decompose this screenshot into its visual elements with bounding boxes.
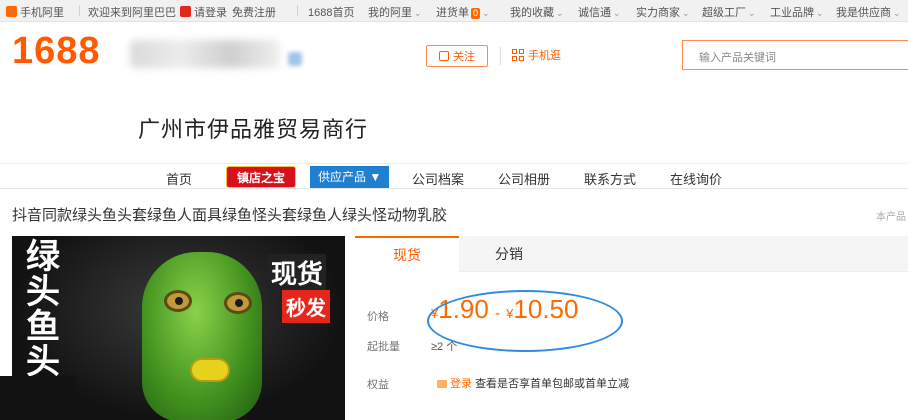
nav-online-inquiry[interactable]: 在线询价	[670, 169, 722, 188]
caret-down-icon: ▼	[369, 170, 382, 184]
top-bar: 手机阿里 | 欢迎来到阿里巴巴 请登录 免费注册 | 1688首页 我的阿里 ⌄ …	[0, 0, 908, 22]
chevron-down-icon: ⌄	[748, 8, 756, 18]
cart-count-badge: 0	[471, 8, 481, 19]
fish-mask-head	[142, 252, 262, 420]
blurred-badge-icon	[288, 52, 302, 66]
divider: |	[296, 4, 299, 16]
follow-button[interactable]: 关注	[426, 45, 488, 67]
chengxintong-menu[interactable]: 诚信通 ⌄	[578, 4, 621, 20]
chevron-down-icon: ⌄	[816, 8, 824, 18]
nav-company-album[interactable]: 公司相册	[498, 169, 550, 188]
favorites-menu[interactable]: 我的收藏 ⌄	[510, 4, 564, 20]
welcome-text: 欢迎来到阿里巴巴	[88, 7, 176, 19]
product-title: 抖音同款绿头鱼头套绿鱼人面具绿鱼怪头套绿鱼人绿头怪动物乳胶	[12, 207, 448, 224]
logo[interactable]: 1688	[12, 30, 101, 73]
power-merchant-menu[interactable]: 实力商家 ⌄	[636, 4, 690, 20]
price-label: 价格	[367, 311, 389, 323]
heart-icon	[439, 51, 449, 61]
chevron-down-icon: ⌄	[556, 8, 564, 18]
pricing-panel: 价格 ¥1.90- ¥10.50 起批量 ≥2 个 权益 登录 查看是否享首单包邮…	[355, 272, 908, 420]
rights-login-link[interactable]: 登录	[450, 378, 472, 390]
shop-nav: 首页 镇店之宝 供应产品 ▼ 公司档案 公司相册 联系方式 在线询价	[0, 163, 908, 189]
purchase-tabs: 现货 分销	[355, 236, 908, 272]
register-link[interactable]: 免费注册	[232, 4, 276, 20]
fish-eye-right	[224, 292, 252, 314]
moq-value: ≥2 个	[431, 341, 458, 353]
rights-info: 登录 查看是否享首单包邮或首单立减	[437, 375, 629, 391]
chevron-down-icon: ⌄	[414, 8, 422, 18]
chevron-down-icon: ⌄	[482, 8, 490, 18]
nav-company-profile[interactable]: 公司档案	[412, 169, 464, 188]
fish-eye-left	[164, 290, 192, 312]
phone-icon	[6, 6, 17, 17]
supplier-menu[interactable]: 我是供应商 ⌄	[836, 4, 901, 20]
search-input[interactable]: 输入产品关键词	[682, 40, 908, 70]
nav-supply-products[interactable]: 供应产品 ▼	[310, 166, 390, 188]
tab-distribution[interactable]: 分销	[495, 236, 523, 272]
industrial-brand-menu[interactable]: 工业品牌 ⌄	[770, 4, 824, 20]
mobile-ali-link[interactable]: 手机阿里	[6, 4, 64, 20]
rights-label: 权益	[367, 379, 389, 391]
login-link[interactable]: 请登录	[180, 4, 227, 20]
nav-shop-treasure[interactable]: 镇店之宝	[226, 166, 297, 188]
tab-in-stock[interactable]: 现货	[355, 236, 459, 272]
in-stock-stamp: 现货 秒发	[268, 254, 344, 330]
image-corner-overlay	[0, 376, 76, 420]
fish-mouth	[190, 358, 230, 382]
qr-code-icon	[512, 49, 524, 61]
nav-contact[interactable]: 联系方式	[584, 169, 636, 188]
company-name: 广州市伊品雅贸易商行	[138, 117, 369, 142]
chevron-down-icon: ⌄	[682, 8, 690, 18]
nav-home[interactable]: 首页	[166, 169, 192, 188]
image-vertical-text: 绿 头 鱼 头	[26, 238, 60, 381]
lock-icon	[437, 380, 447, 388]
divider	[500, 47, 501, 65]
user-icon	[180, 6, 191, 17]
cart-menu[interactable]: 进货单 0 ⌄	[436, 4, 490, 20]
mobile-shop-link[interactable]: 手机逛	[512, 47, 561, 63]
my-ali-menu[interactable]: 我的阿里 ⌄	[368, 4, 422, 20]
blurred-shop-name	[130, 40, 280, 68]
divider: |	[78, 4, 81, 16]
moq-label: 起批量	[367, 341, 400, 353]
super-factory-menu[interactable]: 超级工厂 ⌄	[702, 4, 756, 20]
home-link[interactable]: 1688首页	[308, 4, 354, 20]
side-note: 本产品	[876, 212, 906, 223]
chevron-down-icon: ⌄	[613, 8, 621, 18]
chevron-down-icon: ⌄	[893, 8, 901, 18]
